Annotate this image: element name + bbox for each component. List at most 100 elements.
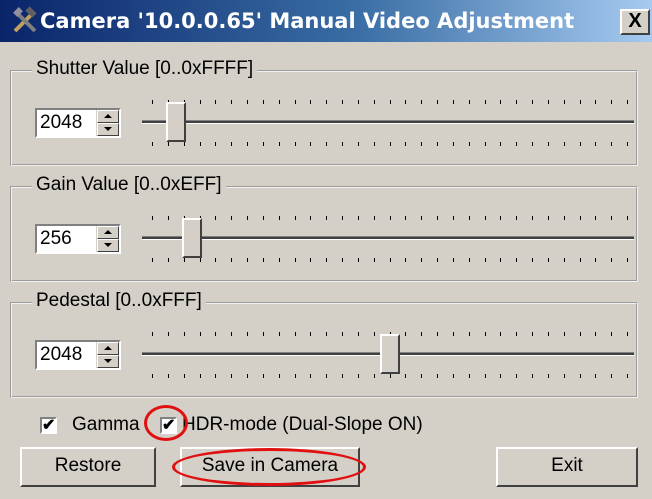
slider-tick	[421, 374, 422, 378]
gamma-checkbox[interactable]: ✔	[40, 417, 57, 434]
shutter-slider-track[interactable]	[142, 120, 634, 124]
slider-tick	[295, 216, 296, 220]
slider-tick	[390, 216, 391, 220]
slider-tick	[247, 100, 248, 104]
shutter-value-field[interactable]: 2048	[40, 112, 82, 134]
slider-tick	[168, 258, 169, 262]
slider-tick	[469, 258, 470, 262]
slider-tick	[580, 258, 581, 262]
slider-tick	[279, 100, 280, 104]
slider-tick	[405, 142, 406, 146]
slider-tick	[516, 332, 517, 336]
arrow-down-icon	[104, 243, 112, 247]
slider-tick	[564, 100, 565, 104]
slider-tick	[184, 142, 185, 146]
gain-slider-thumb[interactable]	[182, 218, 202, 258]
slider-tick	[437, 258, 438, 262]
slider-tick	[469, 142, 470, 146]
slider-tick	[310, 216, 311, 220]
shutter-slider-thumb[interactable]	[166, 102, 186, 142]
slider-tick	[580, 216, 581, 220]
slider-tick	[485, 216, 486, 220]
gain-spin-up-button[interactable]	[97, 226, 119, 239]
slider-tick	[421, 332, 422, 336]
slider-tick	[485, 332, 486, 336]
title-bar[interactable]: Camera '10.0.0.65' Manual Video Adjustme…	[0, 0, 652, 42]
slider-tick	[405, 100, 406, 104]
slider-tick	[168, 216, 169, 220]
pedestal-spin-down-button[interactable]	[97, 355, 119, 368]
slider-tick	[580, 332, 581, 336]
slider-tick	[595, 100, 596, 104]
slider-tick	[342, 216, 343, 220]
slider-tick	[627, 216, 628, 220]
slider-tick	[485, 100, 486, 104]
slider-tick	[627, 374, 628, 378]
pedestal-value-spinner[interactable]: 2048	[35, 340, 121, 370]
shutter-spin-up-button[interactable]	[97, 110, 119, 123]
slider-tick	[295, 142, 296, 146]
pedestal-ticks-bottom	[152, 374, 628, 384]
slider-tick	[231, 100, 232, 104]
shutter-spin-down-button[interactable]	[97, 123, 119, 136]
pedestal-slider-thumb[interactable]	[380, 334, 400, 374]
pedestal-spin-up-button[interactable]	[97, 342, 119, 355]
gain-ticks-top	[152, 216, 628, 226]
pedestal-group-label: Pedestal [0..0xFFF]	[32, 290, 206, 312]
gamma-label[interactable]: Gamma	[72, 414, 140, 436]
slider-tick	[532, 216, 533, 220]
slider-tick	[611, 216, 612, 220]
slider-tick	[485, 258, 486, 262]
slider-tick	[516, 142, 517, 146]
slider-tick	[215, 374, 216, 378]
slider-tick	[342, 100, 343, 104]
slider-tick	[485, 142, 486, 146]
slider-tick	[532, 142, 533, 146]
slider-tick	[453, 258, 454, 262]
slider-tick	[611, 142, 612, 146]
slider-tick	[326, 374, 327, 378]
exit-button[interactable]: Exit	[496, 447, 638, 487]
shutter-value-spinner[interactable]: 2048	[35, 108, 121, 138]
slider-tick	[263, 258, 264, 262]
slider-tick	[595, 374, 596, 378]
slider-tick	[168, 374, 169, 378]
slider-tick	[358, 332, 359, 336]
pedestal-value-field[interactable]: 2048	[40, 344, 82, 366]
gain-ticks-bottom	[152, 258, 628, 268]
slider-tick	[500, 100, 501, 104]
dialog-window: Camera '10.0.0.65' Manual Video Adjustme…	[0, 0, 652, 499]
slider-tick	[469, 332, 470, 336]
slider-tick	[374, 100, 375, 104]
slider-tick	[215, 258, 216, 262]
pedestal-spin-buttons	[96, 342, 119, 368]
slider-tick	[421, 258, 422, 262]
slider-tick	[184, 258, 185, 262]
slider-tick	[500, 142, 501, 146]
slider-tick	[405, 332, 406, 336]
gain-slider-track[interactable]	[142, 236, 634, 240]
slider-tick	[215, 332, 216, 336]
slider-tick	[564, 332, 565, 336]
slider-tick	[231, 374, 232, 378]
hdr-checkbox-highlight-circle	[144, 405, 188, 441]
gain-spin-down-button[interactable]	[97, 239, 119, 252]
slider-tick	[231, 332, 232, 336]
slider-tick	[548, 332, 549, 336]
save-button-highlight-ellipse	[172, 448, 366, 486]
slider-tick	[516, 216, 517, 220]
slider-tick	[532, 332, 533, 336]
gain-value-field[interactable]: 256	[40, 228, 72, 250]
gain-value-spinner[interactable]: 256	[35, 224, 121, 254]
slider-tick	[200, 332, 201, 336]
slider-tick	[342, 142, 343, 146]
close-button[interactable]: X	[620, 9, 650, 35]
slider-tick	[469, 100, 470, 104]
slider-tick	[595, 258, 596, 262]
slider-tick	[532, 258, 533, 262]
hdr-mode-label[interactable]: HDR-mode (Dual-Slope ON)	[182, 414, 423, 436]
slider-tick	[263, 142, 264, 146]
slider-tick	[358, 142, 359, 146]
shutter-ticks-top	[152, 100, 628, 110]
restore-button[interactable]: Restore	[20, 447, 156, 487]
